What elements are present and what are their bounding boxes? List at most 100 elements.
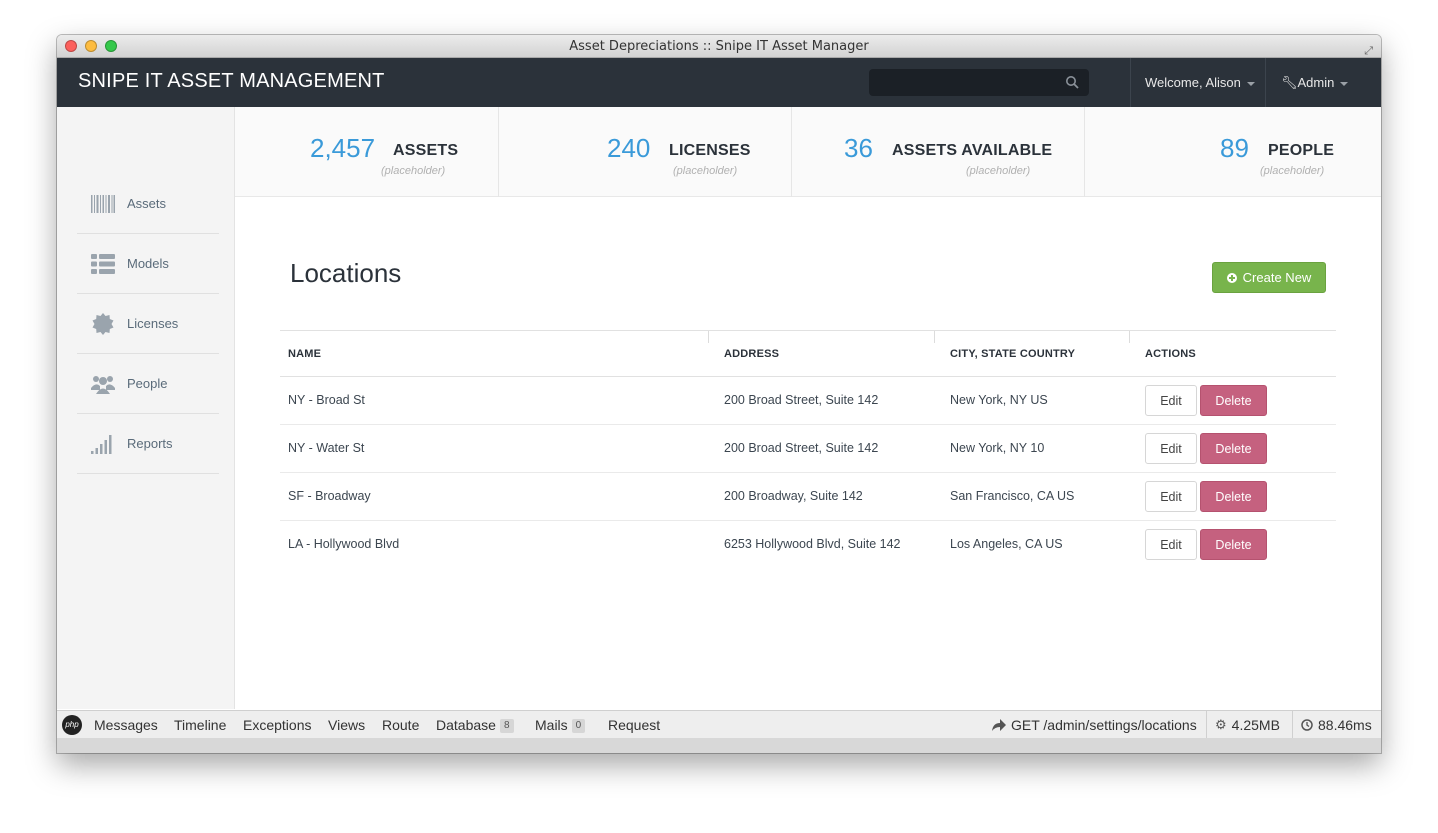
delete-button[interactable]: Delete (1200, 433, 1267, 464)
edit-button[interactable]: Edit (1145, 481, 1197, 512)
group-icon (91, 373, 115, 395)
stat-people[interactable]: 89 PEOPLE (placeholder) (1085, 107, 1381, 197)
caret-down-icon (1340, 81, 1349, 86)
clock-icon (1301, 719, 1313, 731)
location-name: SF - Broadway (288, 489, 371, 503)
stat-label: PEOPLE (1268, 142, 1335, 159)
window-title: Asset Depreciations :: Snipe IT Asset Ma… (569, 39, 869, 54)
debug-time[interactable]: 88.46ms (1292, 711, 1380, 739)
close-window-button[interactable] (65, 40, 77, 52)
column-header-actions: ACTIONS (1145, 348, 1196, 360)
stat-value: 89 (1220, 133, 1249, 163)
column-divider (1129, 331, 1130, 343)
sidebar: Assets Models Licenses People Reports (57, 107, 235, 709)
column-divider (708, 331, 709, 343)
delete-button[interactable]: Delete (1200, 385, 1267, 416)
column-header-city[interactable]: CITY, STATE COUNTRY (950, 331, 1075, 377)
sidebar-item-licenses[interactable]: Licenses (77, 294, 219, 354)
location-address: 6253 Hollywood Blvd, Suite 142 (724, 537, 901, 551)
app-window: Asset Depreciations :: Snipe IT Asset Ma… (57, 35, 1381, 753)
caret-down-icon (1246, 81, 1255, 86)
debug-memory[interactable]: ⚙ 4.25MB (1206, 711, 1288, 739)
debug-tab-exceptions[interactable]: Exceptions (243, 711, 311, 739)
debug-tab-messages[interactable]: Messages (94, 711, 158, 739)
stat-label: ASSETS AVAILABLE (892, 142, 1053, 159)
stat-label: LICENSES (669, 142, 751, 159)
location-name: NY - Water St (288, 441, 365, 455)
column-divider (934, 331, 935, 343)
admin-menu[interactable]: 🔧︎Admin (1281, 58, 1349, 107)
debug-route-info[interactable]: GET /admin/settings/locations (984, 711, 1205, 739)
delete-button[interactable]: Delete (1200, 529, 1267, 560)
column-header-address[interactable]: ADDRESS (724, 331, 779, 377)
memory-label: 4.25MB (1231, 717, 1280, 733)
edit-button[interactable]: Edit (1145, 529, 1197, 560)
debug-tab-request[interactable]: Request (608, 711, 660, 739)
sidebar-item-models[interactable]: Models (77, 234, 219, 294)
debug-tab-route[interactable]: Route (382, 711, 419, 739)
window-bottom-edge (57, 738, 1381, 753)
window-titlebar: Asset Depreciations :: Snipe IT Asset Ma… (57, 35, 1381, 58)
table-header: NAME ADDRESS CITY, STATE COUNTRY ACTIONS (280, 330, 1336, 377)
window-controls (65, 40, 117, 52)
list-icon (91, 253, 115, 275)
user-menu[interactable]: Welcome, Alison (1145, 58, 1255, 107)
location-city: Los Angeles, CA US (950, 537, 1063, 551)
stat-value: 2,457 (310, 133, 376, 163)
debug-tab-database[interactable]: Database 8 (436, 711, 514, 739)
stat-licenses[interactable]: 240 LICENSES (placeholder) (499, 107, 792, 197)
wrench-icon: 🔧︎ (1281, 75, 1298, 90)
table-row: LA - Hollywood Blvd 6253 Hollywood Blvd,… (280, 521, 1336, 569)
create-new-button[interactable]: Create New (1212, 262, 1326, 293)
main-content: Locations Create New NAME ADDRESS CITY, … (235, 198, 1381, 709)
admin-label: Admin (1297, 75, 1335, 90)
stat-subtitle: (placeholder) (1260, 165, 1325, 177)
sidebar-item-label: Licenses (127, 316, 179, 331)
location-name: LA - Hollywood Blvd (288, 537, 400, 551)
stat-subtitle: (placeholder) (966, 165, 1031, 177)
locations-table: NAME ADDRESS CITY, STATE COUNTRY ACTIONS… (280, 330, 1336, 569)
delete-button[interactable]: Delete (1200, 481, 1267, 512)
stat-assets-available[interactable]: 36 ASSETS AVAILABLE (placeholder) (792, 107, 1085, 197)
location-city: New York, NY US (950, 393, 1048, 407)
sidebar-item-assets[interactable]: Assets (77, 174, 219, 234)
debug-tab-timeline[interactable]: Timeline (174, 711, 226, 739)
location-city: San Francisco, CA US (950, 489, 1075, 503)
brand-title[interactable]: SNIPE IT ASSET MANAGEMENT (78, 70, 385, 93)
sidebar-item-label: Models (127, 256, 169, 271)
location-address: 200 Broad Street, Suite 142 (724, 441, 879, 455)
search-box (869, 69, 1089, 96)
barcode-icon (91, 193, 115, 215)
debug-tab-mails[interactable]: Mails 0 (535, 711, 586, 739)
sidebar-item-people[interactable]: People (77, 354, 219, 414)
location-address: 200 Broadway, Suite 142 (724, 489, 863, 503)
table-row: NY - Water St 200 Broad Street, Suite 14… (280, 425, 1336, 473)
search-icon[interactable] (1065, 75, 1079, 89)
edit-button[interactable]: Edit (1145, 385, 1197, 416)
top-navbar: SNIPE IT ASSET MANAGEMENT Welcome, Aliso… (57, 58, 1381, 107)
share-arrow-icon (992, 719, 1006, 731)
sidebar-item-reports[interactable]: Reports (77, 414, 219, 474)
stat-subtitle: (placeholder) (381, 165, 446, 177)
edit-button[interactable]: Edit (1145, 433, 1197, 464)
create-new-label: Create New (1242, 270, 1312, 285)
php-logo-icon[interactable]: php (62, 715, 82, 735)
nav-divider (1130, 58, 1131, 107)
sidebar-item-label: Reports (127, 436, 173, 451)
minimize-window-button[interactable] (85, 40, 97, 52)
maximize-window-button[interactable] (105, 40, 117, 52)
stats-bar: 2,457 ASSETS (placeholder) 240 LICENSES … (235, 107, 1381, 197)
sidebar-item-label: People (127, 376, 168, 391)
certificate-icon (91, 312, 115, 335)
table-row: NY - Broad St 200 Broad Street, Suite 14… (280, 377, 1336, 425)
debug-tab-views[interactable]: Views (328, 711, 365, 739)
stat-assets[interactable]: 2,457 ASSETS (placeholder) (235, 107, 499, 197)
search-input[interactable] (869, 69, 1089, 96)
database-count-badge: 8 (499, 719, 514, 734)
column-header-name[interactable]: NAME (288, 331, 321, 377)
location-name: NY - Broad St (288, 393, 365, 407)
mails-count-badge: 0 (571, 719, 586, 734)
page-title: Locations (290, 258, 402, 288)
location-city: New York, NY 10 (950, 441, 1045, 455)
debug-bar: php Messages Timeline Exceptions Views R… (57, 710, 1381, 739)
